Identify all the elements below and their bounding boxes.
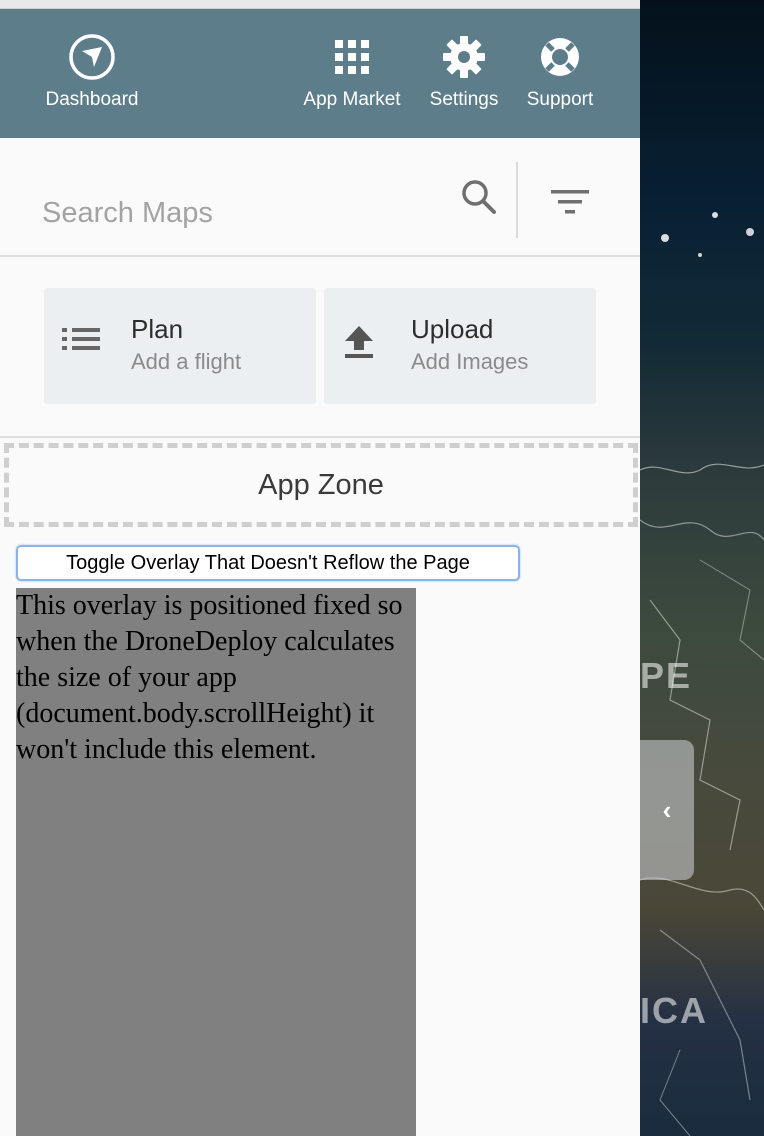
sidebar-collapse-button[interactable]: ‹ — [640, 740, 694, 880]
lifebuoy-icon — [541, 38, 579, 76]
overlay-panel: This overlay is positioned fixed so when… — [16, 588, 416, 1136]
nav-support[interactable]: Support — [524, 33, 596, 111]
dashboard-icon — [69, 34, 115, 80]
map-label-europe: PE — [640, 655, 693, 696]
map-coastlines — [640, 212, 764, 1136]
search-bar — [0, 138, 640, 257]
apps-grid-icon — [335, 40, 369, 74]
map-label-africa: ICA — [640, 990, 708, 1031]
nav-dashboard[interactable]: Dashboard — [44, 33, 140, 111]
upload-icon — [345, 326, 373, 358]
upload-button[interactable]: Upload Add Images — [324, 288, 596, 404]
nav-dashboard-label: Dashboard — [45, 89, 139, 110]
search-input[interactable] — [40, 196, 444, 231]
chevron-left-icon: ‹ — [662, 794, 672, 825]
list-icon — [62, 328, 100, 350]
search-divider — [516, 162, 518, 238]
nav-support-label: Support — [526, 89, 594, 110]
filter-icon[interactable] — [551, 188, 589, 216]
gear-icon — [443, 36, 485, 78]
nav-app-market-label: App Market — [303, 89, 401, 110]
upload-title: Upload — [411, 314, 494, 344]
plan-title: Plan — [131, 314, 184, 344]
upload-subtitle: Add Images — [411, 349, 529, 374]
nav-settings-label: Settings — [429, 89, 499, 110]
plan-subtitle: Add a flight — [131, 349, 242, 374]
top-nav: Dashboard App Market Settings Support — [0, 9, 640, 138]
plan-button[interactable]: Plan Add a flight — [44, 288, 316, 404]
sidebar: Dashboard App Market Settings Support Se… — [0, 9, 640, 1136]
overlay-text: This overlay is positioned fixed so when… — [16, 590, 403, 765]
app-zone-label: App Zone — [258, 468, 384, 501]
toggle-overlay-button[interactable]: Toggle Overlay That Doesn't Reflow the P… — [16, 545, 520, 581]
satellite-map[interactable] — [640, 0, 764, 1136]
app-zone: App Zone — [4, 443, 638, 527]
section-divider — [0, 436, 640, 438]
nav-settings[interactable]: Settings — [428, 33, 500, 111]
nav-app-market[interactable]: App Market — [300, 33, 404, 111]
search-icon[interactable] — [460, 178, 498, 216]
